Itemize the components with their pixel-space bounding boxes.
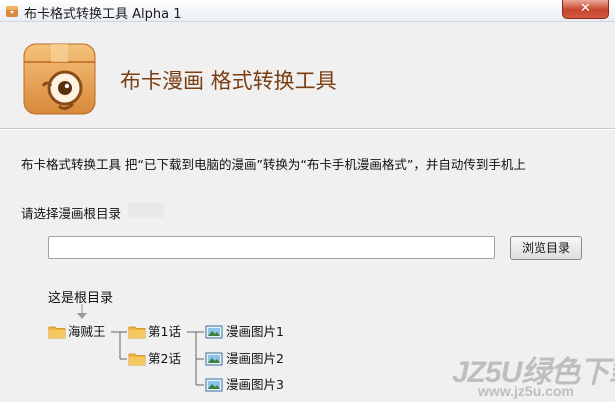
tree-node-label: 第2话 — [148, 351, 181, 366]
tree-node-image: 漫画图片2 — [205, 350, 295, 368]
close-button[interactable]: ✕ — [562, 0, 609, 19]
watermark: JZ5U绿色下载 www.jz5u.com — [452, 347, 615, 399]
tree-node-label: 海贼王 — [68, 324, 106, 339]
choose-folder-label: 请选择漫画根目录 — [21, 206, 122, 221]
folder-icon — [128, 326, 146, 339]
browse-folder-button[interactable]: 浏览目录 — [510, 236, 582, 260]
status-placeholder — [128, 203, 164, 218]
tree-node-label: 第1话 — [148, 324, 181, 339]
tree-node-root: 海贼王 — [48, 323, 118, 341]
tree-node-image: 漫画图片1 — [205, 323, 295, 341]
header-banner: 布卡漫画 格式转换工具 — [1, 23, 614, 128]
header-title: 布卡漫画 格式转换工具 — [120, 69, 337, 93]
header-divider-highlight — [0, 129, 615, 130]
tree-node-label: 漫画图片2 — [226, 351, 284, 366]
tree-node-label: 漫画图片3 — [226, 377, 284, 392]
tree-node-label: 漫画图片1 — [226, 324, 284, 339]
app-window: 布卡格式转换工具 Alpha 1 ✕ 布卡漫画 格式转换工具 布卡格式转换工具 … — [0, 0, 615, 402]
buka-box-logo — [23, 43, 96, 115]
root-path-input[interactable] — [48, 236, 495, 259]
folder-icon — [128, 353, 146, 366]
image-file-icon — [205, 352, 223, 366]
tree-node-image: 漫画图片3 — [205, 376, 295, 394]
image-file-icon — [205, 378, 223, 392]
tree-node-chapter: 第1话 — [128, 323, 188, 341]
window-title: 布卡格式转换工具 Alpha 1 — [24, 7, 182, 22]
title-bar[interactable]: 布卡格式转换工具 Alpha 1 ✕ — [0, 0, 615, 22]
watermark-url: www.jz5u.com — [478, 383, 574, 399]
description-text: 布卡格式转换工具 把“已下载到电脑的漫画”转换为“布卡手机漫画格式”，并自动传到… — [21, 157, 526, 172]
folder-icon — [48, 326, 66, 339]
app-box-icon — [6, 6, 18, 17]
root-caption: 这是根目录 — [48, 291, 114, 306]
tree-node-chapter: 第2话 — [128, 350, 188, 368]
image-file-icon — [205, 325, 223, 339]
